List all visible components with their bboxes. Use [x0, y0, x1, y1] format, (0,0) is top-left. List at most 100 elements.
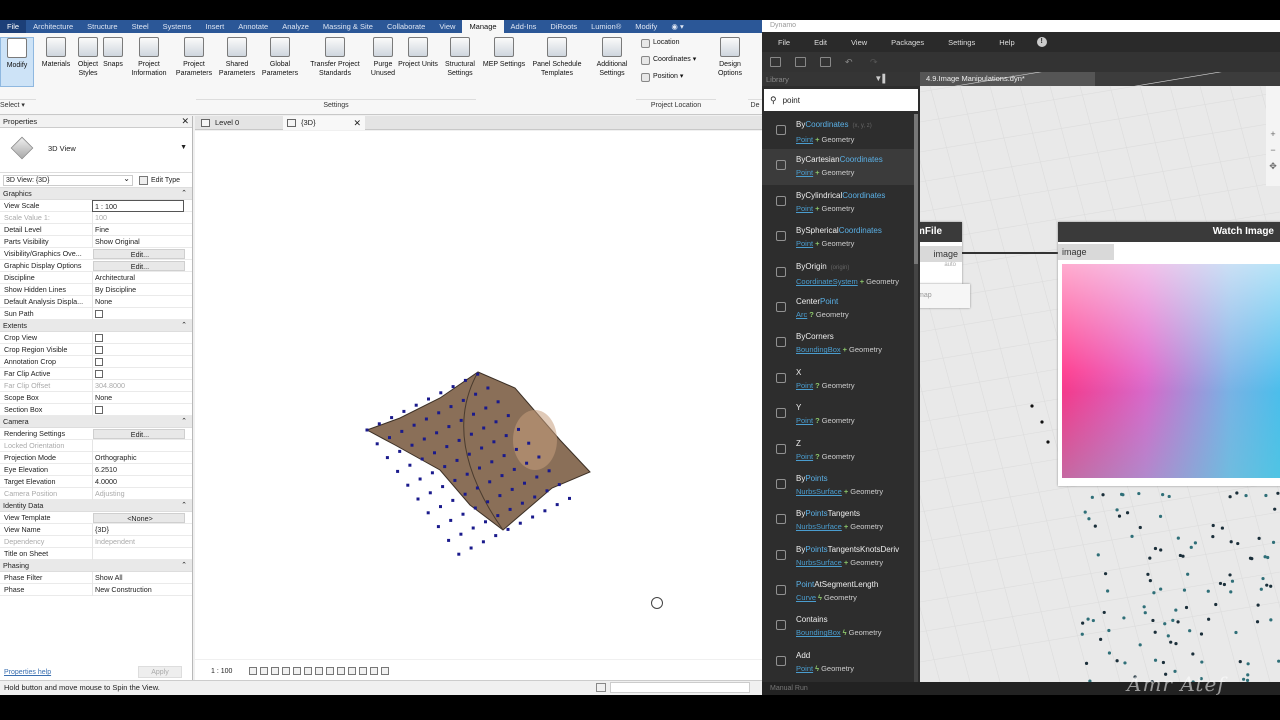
- crop-view-icon[interactable]: [304, 667, 313, 675]
- ribbon-tab-extra[interactable]: ◉ ▾: [664, 20, 690, 33]
- ribbon-tab-massing-site[interactable]: Massing & Site: [316, 20, 380, 33]
- category-link[interactable]: BoundingBox: [796, 628, 841, 637]
- library-item-pointatsegmentlength[interactable]: PointAtSegmentLength Curve ϟ Geometry: [762, 574, 917, 609]
- 3d-view-canvas[interactable]: [195, 131, 762, 659]
- chevron-down-icon[interactable]: ▼: [180, 144, 187, 151]
- dynamo-menu-help[interactable]: Help: [999, 38, 1014, 47]
- ribbon-tab-file[interactable]: File: [0, 20, 27, 33]
- checkbox[interactable]: [95, 369, 103, 378]
- checkbox[interactable]: [95, 405, 103, 414]
- ribbon-button-shared-parameters[interactable]: Shared Parameters: [216, 37, 258, 87]
- library-item-bypoints[interactable]: ByPoints NurbsSurface + Geometry: [762, 468, 917, 503]
- search-input[interactable]: point: [783, 96, 800, 105]
- view-tab-level-0[interactable]: Level 0: [197, 116, 279, 130]
- run-mode[interactable]: Manual Run: [770, 685, 808, 692]
- zoom-controls[interactable]: + − ✥: [1266, 86, 1280, 186]
- ribbon-button-snaps[interactable]: Snaps: [100, 37, 126, 87]
- ribbon-tab-annotate[interactable]: Annotate: [231, 20, 275, 33]
- pan-icon[interactable]: ✥: [1266, 158, 1280, 174]
- filter-icon[interactable]: ▼▌: [874, 74, 888, 83]
- collapse-icon[interactable]: ⌃: [181, 320, 187, 332]
- dynamo-menu-file[interactable]: File: [778, 38, 790, 47]
- ribbon-tab-steel[interactable]: Steel: [125, 20, 156, 33]
- library-item-centerpoint[interactable]: CenterPoint Arc? Geometry: [762, 291, 917, 326]
- property-value[interactable]: [92, 367, 184, 380]
- ribbon-tab-lumion[interactable]: Lumion®: [584, 20, 628, 33]
- property-value[interactable]: None: [92, 391, 184, 404]
- new-file-icon[interactable]: [770, 57, 781, 67]
- library-item-bycylindricalcoordinates[interactable]: ByCylindricalCoordinates Point + Geometry: [762, 185, 917, 220]
- analytical-icon[interactable]: [359, 667, 368, 675]
- property-value[interactable]: By Discipline: [92, 283, 184, 296]
- property-group-camera[interactable]: Camera ⌃: [0, 416, 192, 428]
- checkbox[interactable]: [95, 345, 103, 354]
- help-icon[interactable]: !: [1036, 37, 1047, 47]
- category-link[interactable]: Point: [796, 168, 813, 177]
- close-icon[interactable]: ✕: [353, 116, 361, 130]
- ribbon-button-mep-settings[interactable]: MEP Settings: [482, 37, 526, 87]
- category-link[interactable]: NurbsSurface: [796, 487, 842, 496]
- category-link[interactable]: Point: [796, 135, 813, 144]
- property-value[interactable]: Architectural: [92, 271, 184, 284]
- library-item-bycartesiancoordinates[interactable]: ByCartesianCoordinates Point + Geometry: [762, 149, 917, 185]
- category-link[interactable]: CoordinateSystem: [796, 277, 858, 286]
- library-item-contains[interactable]: Contains BoundingBox ϟ Geometry: [762, 609, 917, 644]
- category-link[interactable]: Point: [796, 452, 813, 461]
- property-value[interactable]: New Construction: [92, 583, 184, 596]
- dynamo-menu-settings[interactable]: Settings: [948, 38, 975, 47]
- ribbon-button-project-information[interactable]: Project Information: [126, 37, 172, 87]
- location-button-coordinates[interactable]: Coordinates ▾: [641, 55, 696, 65]
- shadows-icon[interactable]: [282, 667, 291, 675]
- property-value[interactable]: Edit...: [93, 248, 185, 259]
- status-field[interactable]: [610, 682, 750, 693]
- property-group-extents[interactable]: Extents ⌃: [0, 320, 192, 332]
- collapse-icon[interactable]: ⌃: [181, 416, 187, 428]
- ribbon-button-additional-settings[interactable]: Additional Settings: [590, 37, 634, 87]
- category-link[interactable]: Point: [796, 416, 813, 425]
- visual-style-icon[interactable]: [260, 667, 269, 675]
- ribbon-tab-insert[interactable]: Insert: [198, 20, 231, 33]
- library-search[interactable]: ⚲ point: [764, 89, 918, 111]
- library-item-x[interactable]: X Point? Geometry: [762, 362, 917, 397]
- property-group-phasing[interactable]: Phasing ⌃: [0, 560, 192, 572]
- watch-image-node[interactable]: Watch Image image: [1058, 222, 1280, 486]
- property-value[interactable]: [92, 547, 184, 560]
- view-scale-label[interactable]: 1 : 100: [211, 668, 232, 675]
- scroll-thumb[interactable]: [914, 114, 918, 264]
- detail-level-icon[interactable]: [249, 667, 258, 675]
- panel-label-select[interactable]: Select ▾: [0, 99, 36, 112]
- ribbon-button-panel-schedule-templates[interactable]: Panel Schedule Templates: [526, 37, 588, 87]
- property-value[interactable]: Edit...: [93, 260, 185, 271]
- property-value[interactable]: 4.0000: [92, 475, 184, 488]
- ribbon-button-structural-settings[interactable]: Structural Settings: [438, 37, 482, 87]
- category-link[interactable]: Point: [796, 239, 813, 248]
- library-scrollbar[interactable]: [914, 114, 918, 684]
- library-item-y[interactable]: Y Point? Geometry: [762, 397, 917, 432]
- ribbon-tab-collaborate[interactable]: Collaborate: [380, 20, 432, 33]
- undo-icon[interactable]: ↶: [845, 57, 856, 67]
- highlight-icon[interactable]: [370, 667, 379, 675]
- category-link[interactable]: Point: [796, 204, 813, 213]
- ribbon-button-transfer-project-standards[interactable]: Transfer Project Standards: [302, 37, 368, 87]
- filter-icon[interactable]: [596, 683, 606, 692]
- ribbon-tab-structure[interactable]: Structure: [80, 20, 124, 33]
- design-options-button[interactable]: Design Options: [710, 37, 750, 87]
- library-item-bycoordinates[interactable]: ByCoordinates (x, y, z) Point + Geometry: [762, 114, 917, 149]
- apply-button[interactable]: Apply: [138, 666, 182, 678]
- dynamo-menu-edit[interactable]: Edit: [814, 38, 827, 47]
- library-item-bysphericalcoordinates[interactable]: BySphericalCoordinates Point + Geometry: [762, 220, 917, 255]
- ribbon-tab-architecture[interactable]: Architecture: [26, 20, 80, 33]
- close-icon[interactable]: ✕: [181, 116, 189, 127]
- ribbon-button-object-styles[interactable]: Object Styles: [76, 37, 100, 87]
- ribbon-tab-view[interactable]: View: [432, 20, 462, 33]
- category-link[interactable]: Point: [796, 381, 813, 390]
- type-selector[interactable]: 3D View ▼: [0, 128, 192, 173]
- ribbon-tab-systems[interactable]: Systems: [156, 20, 199, 33]
- property-value[interactable]: [92, 403, 184, 416]
- property-value[interactable]: Show Original: [92, 235, 184, 248]
- category-link[interactable]: Arc: [796, 310, 807, 319]
- redo-icon[interactable]: ↷: [870, 57, 881, 67]
- ribbon-tab-analyze[interactable]: Analyze: [275, 20, 316, 33]
- category-link[interactable]: Point: [796, 664, 813, 673]
- ribbon-tab-modify[interactable]: Modify: [628, 20, 664, 33]
